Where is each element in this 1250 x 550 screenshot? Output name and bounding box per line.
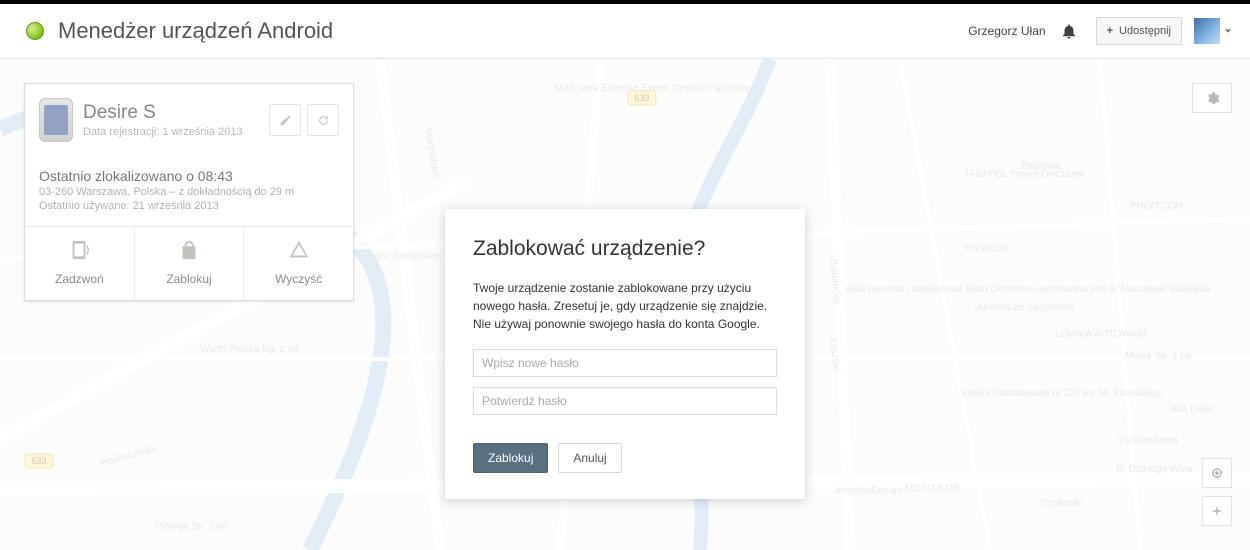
target-icon (1210, 466, 1224, 480)
gear-icon (1205, 91, 1220, 106)
plus-icon: + (1107, 25, 1113, 37)
confirm-password-input[interactable] (473, 387, 777, 415)
refresh-device-button[interactable] (307, 104, 339, 136)
share-label: Udostępnij (1119, 25, 1171, 37)
android-logo-icon (26, 22, 44, 40)
lock-label: Zablokuj (135, 272, 244, 286)
new-password-input[interactable] (473, 349, 777, 377)
app-title: Menedżer urządzeń Android (58, 18, 333, 44)
header: Menedżer urządzeń Android Grzegorz Ułan … (0, 4, 1250, 59)
cancel-button[interactable]: Anuluj (558, 443, 621, 473)
settings-button[interactable] (1192, 83, 1232, 113)
lock-icon (178, 239, 200, 261)
erase-device-button[interactable]: Wyczyść (244, 227, 353, 300)
last-used: Ostatnio używane: 21 września 2013 (39, 200, 339, 212)
refresh-icon (317, 114, 330, 127)
notifications-icon[interactable] (1060, 22, 1078, 40)
phone-ring-icon (68, 239, 90, 261)
last-located: Ostatnio zlokalizowano o 08:43 (39, 168, 339, 184)
chevron-down-icon (1224, 27, 1232, 35)
share-button[interactable]: + Udostępnij (1096, 17, 1182, 45)
device-address: 03-260 Warszawa, Polska – z dokładnością… (39, 186, 339, 198)
ring-device-button[interactable]: Zadzwoń (25, 227, 135, 300)
dialog-body: Twoje urządzenie zostanie zablokowane pr… (473, 279, 777, 333)
ring-label: Zadzwoń (25, 272, 134, 286)
avatar (1194, 18, 1220, 44)
my-location-button[interactable] (1202, 458, 1232, 488)
map[interactable]: 633 633 Wurth Polska Sp. z oo Plannja Sp… (0, 59, 1250, 550)
account-switch[interactable] (1194, 18, 1232, 44)
lock-device-button[interactable]: Zablokuj (135, 227, 245, 300)
erase-icon (288, 239, 310, 261)
edit-device-button[interactable] (269, 104, 301, 136)
dialog-title: Zablokować urządzenie? (473, 237, 777, 261)
device-card: Desire S Data rejestracji: 1 września 20… (24, 83, 354, 301)
device-registration: Data rejestracji: 1 września 2013 (83, 126, 269, 138)
plus-icon (1210, 504, 1224, 518)
erase-label: Wyczyść (244, 272, 353, 286)
device-icon (39, 98, 73, 142)
confirm-lock-button[interactable]: Zablokuj (473, 443, 548, 473)
zoom-in-button[interactable] (1202, 496, 1232, 526)
device-name: Desire S (83, 102, 269, 124)
pencil-icon (279, 114, 292, 127)
user-name[interactable]: Grzegorz Ułan (968, 24, 1045, 38)
lock-device-dialog: Zablokować urządzenie? Twoje urządzenie … (445, 209, 805, 499)
